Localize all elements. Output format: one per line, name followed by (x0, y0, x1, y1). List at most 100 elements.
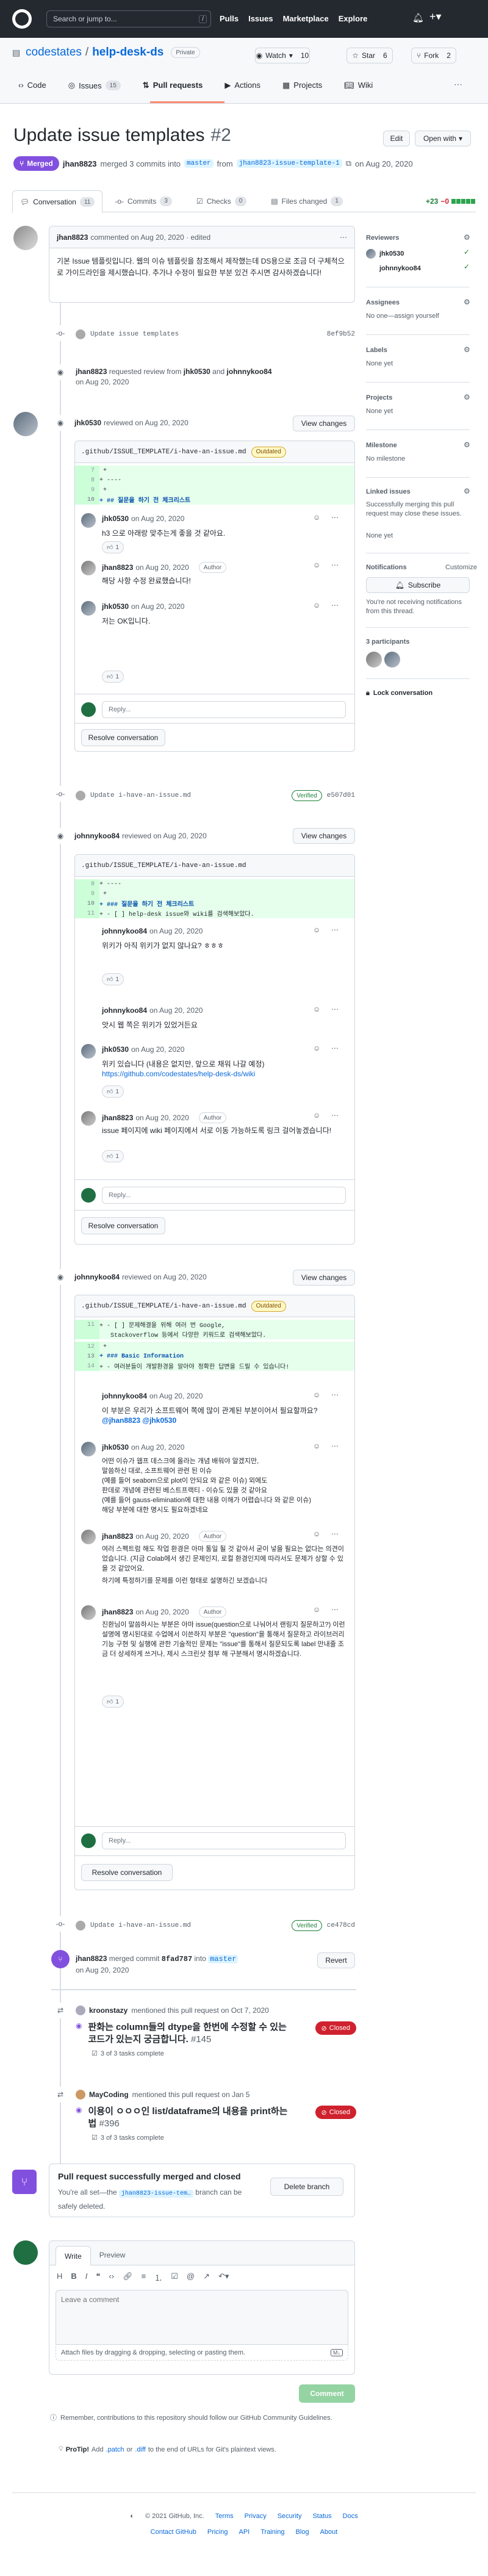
italic-icon[interactable]: I (85, 2272, 88, 2283)
bold-icon[interactable]: B (71, 2272, 76, 2283)
ordered-list-icon[interactable]: ⒈ (154, 2272, 162, 2283)
gear-icon[interactable]: ⚙ (464, 233, 470, 242)
copy-icon[interactable]: ⧉ (346, 159, 351, 168)
attach-bar[interactable]: Attach files by dragging & dropping, sel… (56, 2345, 348, 2361)
comment-author[interactable]: jhk0530 (102, 514, 129, 523)
smiley-icon[interactable]: ☺ (313, 601, 320, 610)
footer-link[interactable]: Training (260, 2528, 284, 2536)
avatar[interactable] (366, 264, 376, 273)
github-mark-icon[interactable]: ◐ (130, 2513, 134, 2520)
tab-preview[interactable]: Preview (91, 2245, 134, 2265)
nav-issues[interactable]: Issues (248, 14, 273, 23)
reviewer-2[interactable]: johnnykoo84 (227, 367, 272, 376)
footer-link[interactable]: Status (312, 2513, 331, 2520)
commit-sha[interactable]: e507d01 (327, 792, 355, 799)
fork-button[interactable]: ⑂ Fork 2 (411, 48, 456, 63)
file-path[interactable]: .github/ISSUE_TEMPLATE/i-have-an-issue.m… (81, 1303, 246, 1310)
assignees-value[interactable]: No one—assign yourself (366, 312, 439, 320)
avatar[interactable] (403, 652, 418, 667)
sidebar-milestone-heading[interactable]: Milestone (366, 442, 397, 449)
avatar[interactable] (384, 652, 400, 667)
comment-author[interactable]: jhan8823 (102, 563, 133, 572)
kebab-icon[interactable]: ⋯ (331, 1111, 339, 1120)
sidebar-assignees-heading[interactable]: Assignees (366, 299, 400, 306)
footer-link[interactable]: About (320, 2528, 338, 2536)
tab-files-changed[interactable]: ▤ Files changed 1 (259, 190, 355, 212)
smiley-icon[interactable]: ☺ (313, 1111, 320, 1120)
avatar[interactable] (81, 1111, 96, 1126)
mention-number[interactable]: #145 (191, 2034, 211, 2045)
comment-author[interactable]: jhan8823 (57, 233, 88, 242)
comment-author[interactable]: johnnykoo84 (102, 927, 147, 935)
footer-link[interactable]: Contact GitHub (151, 2528, 196, 2536)
comment-author[interactable]: jhk0530 (102, 602, 129, 611)
smiley-icon[interactable]: ☺ (313, 1605, 320, 1614)
commit-sha[interactable]: ce478cd (327, 1922, 355, 1929)
comment-author[interactable]: jhk0530 (102, 1443, 129, 1452)
commit-message[interactable]: Update issue templates (90, 331, 179, 338)
quote-icon[interactable]: ❝ (96, 2272, 100, 2283)
link-icon[interactable]: 🔗︎ (123, 2272, 133, 2283)
more-icon[interactable]: ⋯ (454, 79, 462, 90)
cross-reference-icon[interactable]: ↗ (203, 2272, 210, 2283)
github-logo-icon[interactable] (12, 9, 32, 29)
footer-link[interactable]: API (239, 2528, 249, 2536)
comment-author[interactable]: jhan8823 (102, 1608, 133, 1616)
plus-icon[interactable]: +▾ (429, 10, 442, 23)
kebab-icon[interactable]: ⋯ (331, 601, 339, 610)
kebab-icon[interactable]: ⋯ (340, 233, 347, 242)
avatar[interactable] (81, 1530, 96, 1544)
sidebar-labels-heading[interactable]: Labels (366, 347, 387, 354)
mention-number[interactable]: #396 (99, 2118, 119, 2129)
kebab-icon[interactable]: ⋯ (331, 1605, 339, 1614)
reaction-thumbs-up[interactable]: 👍︎ 1 (102, 1150, 124, 1162)
resolve-conversation-button[interactable]: Resolve conversation (81, 1217, 165, 1234)
comment-author[interactable]: jhk0530 (102, 1045, 129, 1054)
kebab-icon[interactable]: ⋯ (331, 1005, 339, 1013)
tab-checks[interactable]: ☑ Checks 0 (184, 190, 259, 212)
sidebar-linked-heading[interactable]: Linked issues (366, 488, 411, 495)
comment-submit-button[interactable]: Comment (299, 2384, 355, 2403)
avatar[interactable] (81, 1005, 96, 1020)
avatar[interactable] (366, 249, 376, 259)
resolve-conversation-button[interactable]: Resolve conversation (81, 729, 165, 746)
footer-link[interactable]: Pricing (207, 2528, 228, 2536)
avatar[interactable] (13, 226, 38, 250)
search-input[interactable]: Search or jump to... / (46, 10, 211, 27)
reply-input[interactable]: Reply... (102, 701, 346, 718)
avatar[interactable] (81, 1391, 96, 1405)
kebab-icon[interactable]: ⋯ (331, 1442, 339, 1450)
tab-conversation[interactable]: 💬︎ Conversation 11 (12, 190, 103, 213)
heading-icon[interactable]: H (57, 2272, 62, 2283)
reply-input[interactable]: Reply... (102, 1832, 346, 1849)
tab-projects[interactable]: ▦ Projects (282, 81, 322, 90)
verified-badge[interactable]: Verified (292, 790, 322, 801)
commit-message[interactable]: Update i-have-an-issue.md (90, 792, 191, 799)
comment-author[interactable]: jhan8823 (102, 1114, 133, 1122)
gear-icon[interactable]: ⚙ (464, 441, 470, 449)
edit-button[interactable]: Edit (383, 131, 410, 146)
footer-link[interactable]: Blog (296, 2528, 309, 2536)
file-path[interactable]: .github/ISSUE_TEMPLATE/i-have-an-issue.m… (81, 862, 246, 869)
open-with-button[interactable]: Open with ▾ (415, 131, 471, 146)
mentions[interactable]: @jhan8823 @jhk0530 (102, 1416, 176, 1425)
reviewer-name[interactable]: jhk0530 (379, 250, 404, 257)
mention-title[interactable]: 판화는 column들의 dtype을 한번에 수정할 수 있는 코드가 있는지… (88, 2022, 286, 2045)
reaction-thumbs-up[interactable]: 👍︎ 1 (102, 541, 124, 553)
commit-sha[interactable]: 8fad787 (162, 1955, 192, 1963)
kebab-icon[interactable]: ⋯ (331, 1530, 339, 1538)
avatar[interactable] (81, 513, 96, 528)
footer-link[interactable]: Terms (215, 2513, 234, 2520)
comment-textarea[interactable] (56, 2290, 348, 2345)
delete-branch-button[interactable]: Delete branch (270, 2178, 343, 2196)
reaction-thumbs-up[interactable]: 👍︎ 1 (102, 671, 124, 683)
kebab-icon[interactable]: ⋯ (331, 1044, 339, 1052)
view-changes-button[interactable]: View changes (293, 416, 355, 431)
code-icon[interactable]: ‹› (109, 2272, 114, 2283)
repo-owner-link[interactable]: codestates (26, 46, 82, 59)
reply-icon[interactable]: ↶▾ (218, 2272, 229, 2283)
actor[interactable]: MayCoding (89, 2090, 129, 2099)
tab-actions[interactable]: ▶ Actions (224, 81, 260, 90)
smiley-icon[interactable]: ☺ (313, 1442, 320, 1450)
user-avatar[interactable] (453, 12, 466, 26)
